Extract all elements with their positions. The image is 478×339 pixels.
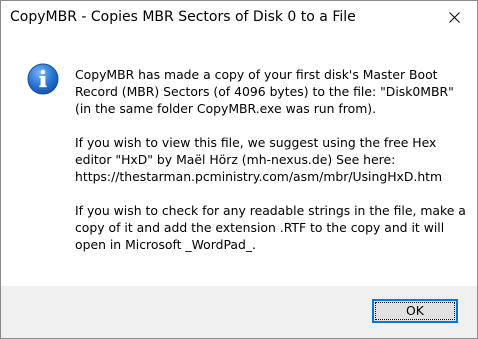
dialog-content: CopyMBR has made a copy of your first di… xyxy=(1,34,477,286)
button-bar: OK xyxy=(1,286,477,338)
close-button[interactable] xyxy=(431,1,477,34)
dialog-window: CopyMBR - Copies MBR Sectors of Disk 0 t… xyxy=(0,0,478,339)
message-paragraph-1: CopyMBR has made a copy of your first di… xyxy=(75,67,454,116)
message-paragraph-3: If you wish to check for any readable st… xyxy=(75,203,466,252)
message-paragraph-2: If you wish to view this file, we sugges… xyxy=(75,135,443,184)
info-icon xyxy=(27,63,59,95)
title-bar[interactable]: CopyMBR - Copies MBR Sectors of Disk 0 t… xyxy=(1,1,477,34)
window-title: CopyMBR - Copies MBR Sectors of Disk 0 t… xyxy=(10,9,356,25)
dialog-message: CopyMBR has made a copy of your first di… xyxy=(75,66,469,270)
ok-button[interactable]: OK xyxy=(372,299,458,323)
close-icon xyxy=(449,12,460,23)
